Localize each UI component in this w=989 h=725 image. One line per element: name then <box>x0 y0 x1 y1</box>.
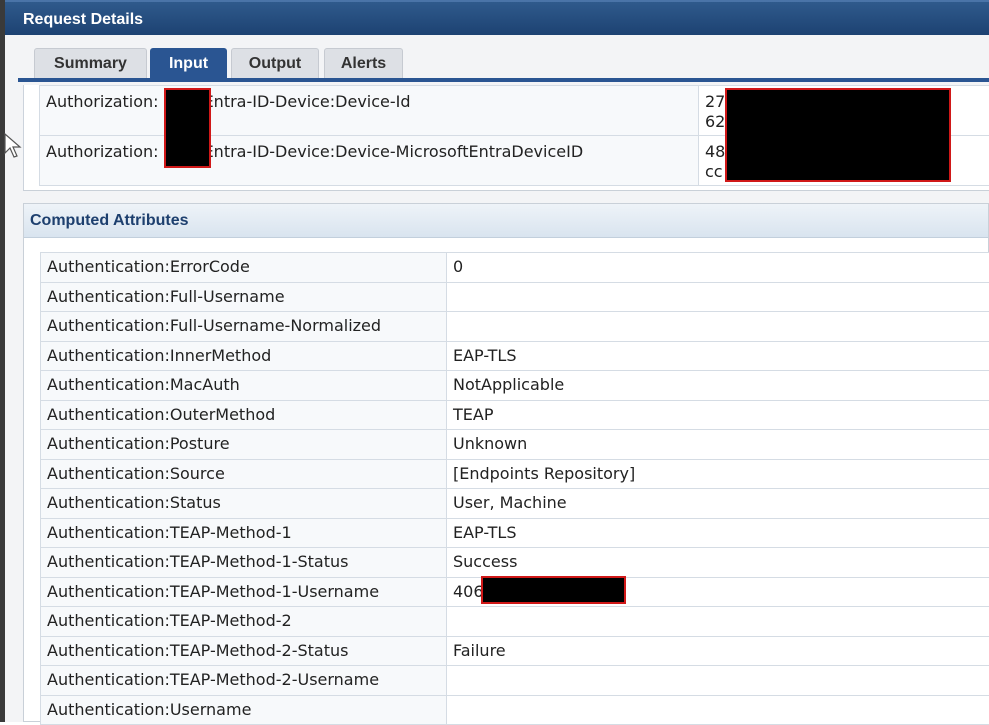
tab-alerts[interactable]: Alerts <box>324 48 403 79</box>
attribute-value: [Endpoints Repository] <box>447 459 989 489</box>
attribute-key: Authentication:Username <box>41 695 447 725</box>
table-row: Authentication:TEAP-Method-2 <box>41 607 989 637</box>
redaction-box <box>725 88 951 182</box>
table-row: Authentication:Full-Username <box>41 282 989 312</box>
table-row: Authentication:Source[Endpoints Reposito… <box>41 459 989 489</box>
attribute-value <box>447 312 989 342</box>
attribute-value: EAP-TLS <box>447 518 989 548</box>
tab-underline <box>18 78 989 82</box>
redaction-box <box>481 576 626 604</box>
attribute-key: Authentication:ErrorCode <box>41 253 447 283</box>
table-row: Authentication:PostureUnknown <box>41 430 989 460</box>
table-row: Authentication:TEAP-Method-1EAP-TLS <box>41 518 989 548</box>
attribute-key: Authentication:TEAP-Method-1 <box>41 518 447 548</box>
attribute-key: Authentication:MacAuth <box>41 371 447 401</box>
table-row: Authentication:ErrorCode0 <box>41 253 989 283</box>
mouse-cursor-icon <box>4 133 22 159</box>
attribute-key: Authentication:OuterMethod <box>41 400 447 430</box>
dialog-titlebar: Request Details <box>5 0 989 35</box>
attribute-value: User, Machine <box>447 489 989 519</box>
attribute-value: Success <box>447 548 989 578</box>
attribute-key: Authentication:Full-Username-Normalized <box>41 312 447 342</box>
attribute-key: Authentication:InnerMethod <box>41 341 447 371</box>
attribute-key: Authentication:TEAP-Method-1-Status <box>41 548 447 578</box>
table-row: Authentication:StatusUser, Machine <box>41 489 989 519</box>
attribute-value: 0 <box>447 253 989 283</box>
attribute-value: TEAP <box>447 400 989 430</box>
table-row: Authentication:InnerMethodEAP-TLS <box>41 341 989 371</box>
tab-input[interactable]: Input <box>150 48 227 79</box>
table-row: Authentication:TEAP-Method-2-StatusFailu… <box>41 636 989 666</box>
attribute-value <box>447 607 989 637</box>
attribute-value <box>447 695 989 725</box>
tab-output[interactable]: Output <box>231 48 319 79</box>
attribute-key: Authentication:Source <box>41 459 447 489</box>
section-header: Computed Attributes <box>24 204 988 238</box>
attribute-key: Authentication:TEAP-Method-2-Status <box>41 636 447 666</box>
attribute-key-suffix: Entra-ID-Device:Device-Id <box>204 92 411 111</box>
attribute-value: Failure <box>447 636 989 666</box>
attribute-value <box>447 282 989 312</box>
attribute-value <box>447 666 989 696</box>
attribute-key: Authorization: Entra-ID-Device:Device-Id <box>40 86 699 136</box>
attribute-key-suffix: Entra-ID-Device:Device-MicrosoftEntraDev… <box>204 142 584 161</box>
table-row: Authentication:Username <box>41 695 989 725</box>
attribute-value: NotApplicable <box>447 371 989 401</box>
computed-attributes-table: Authentication:ErrorCode0Authentication:… <box>40 252 989 725</box>
attribute-key: Authorization: Entra-ID-Device:Device-Mic… <box>40 136 699 186</box>
table-row: Authentication:OuterMethodTEAP <box>41 400 989 430</box>
attribute-key: Authentication:Status <box>41 489 447 519</box>
attribute-key: Authentication:TEAP-Method-2 <box>41 607 447 637</box>
attribute-key: Authentication:Full-Username <box>41 282 447 312</box>
table-row: Authentication:Full-Username-Normalized <box>41 312 989 342</box>
attribute-key: Authentication:TEAP-Method-2-Username <box>41 666 447 696</box>
computed-attributes-section: Computed Attributes Authentication:Error… <box>23 203 989 722</box>
attribute-key-prefix: Authorization: <box>46 142 159 161</box>
attribute-value: EAP-TLS <box>447 341 989 371</box>
section-title: Computed Attributes <box>30 212 189 230</box>
attribute-value: Unknown <box>447 430 989 460</box>
attribute-key-prefix: Authorization: <box>46 92 159 111</box>
table-row: Authentication:MacAuthNotApplicable <box>41 371 989 401</box>
dialog-title: Request Details <box>23 11 143 29</box>
table-row: Authentication:TEAP-Method-2-Username <box>41 666 989 696</box>
tab-summary[interactable]: Summary <box>34 48 147 79</box>
attribute-key: Authentication:TEAP-Method-1-Username <box>41 577 447 607</box>
table-row: Authentication:TEAP-Method-1-StatusSucce… <box>41 548 989 578</box>
attribute-key: Authentication:Posture <box>41 430 447 460</box>
redaction-box <box>164 88 211 168</box>
